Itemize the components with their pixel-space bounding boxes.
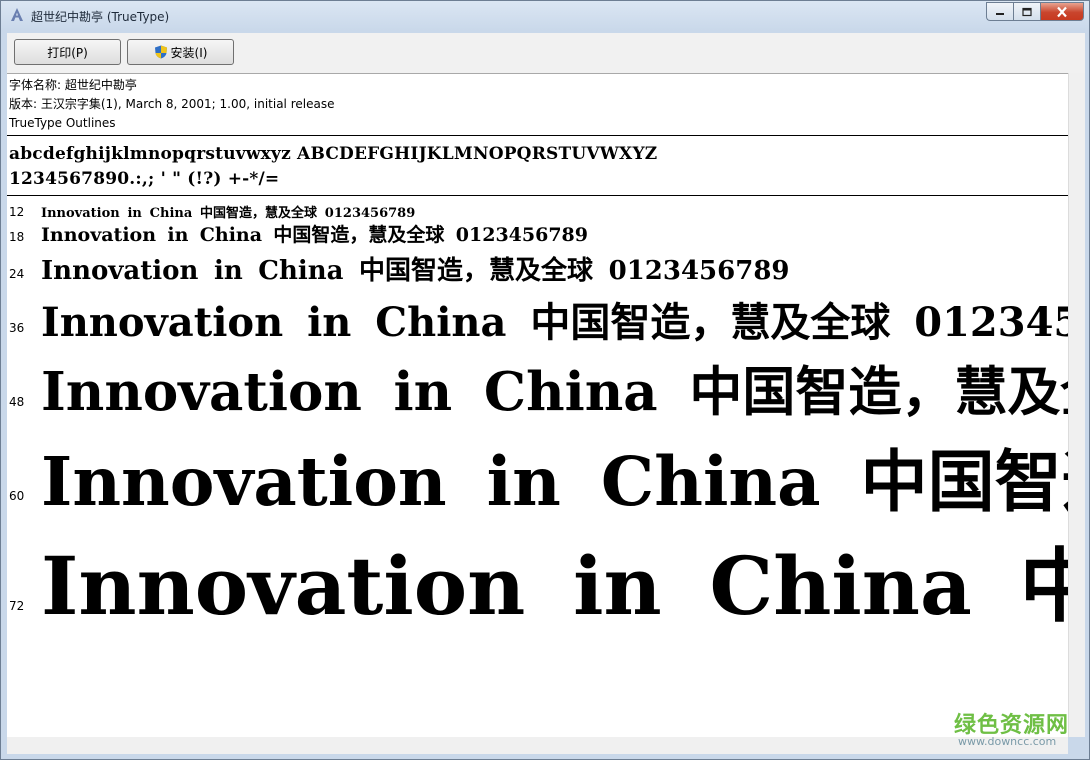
sample-size-label: 12 — [9, 205, 25, 219]
install-button[interactable]: 安装(I) — [127, 39, 234, 65]
sample-text: Innovation in China 中国智造，慧及全球 0123456789 — [41, 442, 1068, 521]
sample-size-label: 18 — [9, 230, 25, 244]
caption-buttons — [986, 2, 1084, 21]
sample-text: Innovation in China 中国智造，慧及全球 0123456789 — [41, 361, 1068, 423]
sample-text: Innovation in China 中国智造，慧及全球 0123456789 — [41, 256, 790, 286]
sample-size-label: 60 — [9, 489, 25, 503]
uac-shield-icon — [154, 45, 167, 59]
toolbar: 打印(P) 安装(I) — [7, 33, 1085, 73]
charset-letters: abcdefghijklmnopqrstuvwxyz ABCDEFGHIJKLM… — [9, 144, 658, 164]
close-icon — [1057, 6, 1067, 17]
minimize-button[interactable] — [986, 2, 1013, 21]
divider — [7, 195, 1068, 196]
vertical-scrollbar[interactable] — [1068, 73, 1085, 737]
maximize-button[interactable] — [1013, 2, 1040, 21]
title-bar[interactable]: 超世纪中勘亭 (TrueType) — [1, 1, 1089, 31]
sample-text: Innovation in China 中国智造，慧及全球 0123456789 — [41, 206, 416, 221]
sample-text: Innovation in China 中国智造，慧及全球 0123456789 — [41, 539, 1068, 633]
font-viewer-window: 超世纪中勘亭 (TrueType) 打印(P) 安装(I) 字体名称: 超世纪中… — [0, 0, 1090, 760]
charset-digits-symbols: 1234567890.:,; ' " (!?) +-*/= — [9, 169, 280, 189]
print-button-label: 打印(P) — [47, 45, 88, 60]
close-button[interactable] — [1040, 2, 1084, 21]
sample-text: Innovation in China 中国智造，慧及全球 0123456789 — [41, 224, 588, 246]
sample-text: Innovation in China 中国智造，慧及全球 0123456789 — [41, 299, 1068, 346]
install-button-label: 安装(I) — [170, 45, 208, 60]
font-preview-pane[interactable]: 字体名称: 超世纪中勘亭 版本: 王汉宗字集(1), March 8, 2001… — [7, 73, 1068, 754]
font-file-icon — [11, 8, 23, 21]
sample-size-label: 36 — [9, 321, 25, 335]
sample-size-label: 48 — [9, 395, 25, 409]
horizontal-scrollbar[interactable] — [7, 737, 1068, 754]
divider — [7, 135, 1068, 136]
minimize-icon — [996, 12, 1004, 15]
sample-size-label: 24 — [9, 267, 25, 281]
window-title: 超世纪中勘亭 (TrueType) — [31, 10, 170, 24]
font-info: 字体名称: 超世纪中勘亭 版本: 王汉宗字集(1), March 8, 2001… — [9, 76, 334, 133]
font-name-line: 字体名称: 超世纪中勘亭 — [9, 78, 137, 92]
font-type-line: TrueType Outlines — [9, 116, 116, 130]
print-button[interactable]: 打印(P) — [14, 39, 121, 65]
font-version-line: 版本: 王汉宗字集(1), March 8, 2001; 1.00, initi… — [9, 97, 335, 111]
watermark-site-url: www.downcc.com — [958, 735, 1057, 748]
maximize-icon — [1022, 7, 1032, 16]
sample-size-label: 72 — [9, 599, 25, 613]
